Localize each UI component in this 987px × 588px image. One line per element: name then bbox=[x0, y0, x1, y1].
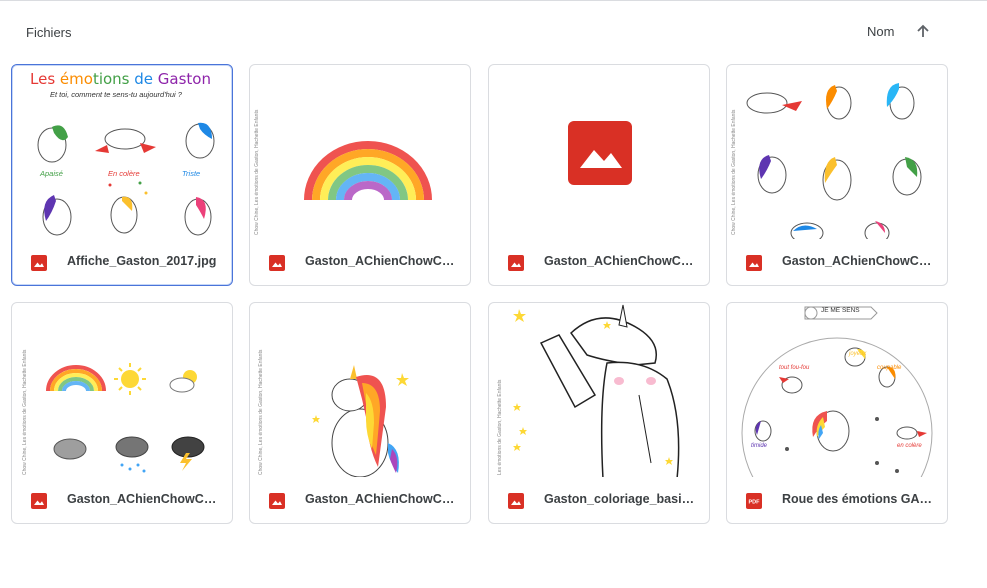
unicorn-illustrations bbox=[746, 83, 922, 239]
pdf-icon-label: PDF bbox=[749, 500, 761, 506]
file-footer: Gaston_AChienChowChi… bbox=[250, 477, 470, 523]
file-name: Gaston_AChienChowChi… bbox=[67, 492, 219, 506]
image-file-icon bbox=[31, 255, 47, 271]
file-name: Roue des émotions GAS… bbox=[782, 492, 934, 506]
file-card-5[interactable]: Chow Chine, Les émotions de Gaston, Hach… bbox=[11, 302, 233, 524]
file-thumbnail: Chow Chine, Les émotions de Gaston, Hach… bbox=[250, 65, 470, 239]
file-card-6[interactable]: Chow Chine, Les émotions de Gaston, Hach… bbox=[249, 302, 471, 524]
file-card-2[interactable]: Chow Chine, Les émotions de Gaston, Hach… bbox=[249, 64, 471, 286]
file-footer: PDF Roue des émotions GAS… bbox=[727, 477, 947, 523]
image-file-icon bbox=[269, 493, 285, 509]
unicorn-illustration bbox=[312, 365, 409, 477]
file-footer: Gaston_AChienChowChi… bbox=[489, 239, 709, 285]
wheel-label: coupable bbox=[877, 365, 902, 371]
file-footer: Gaston_AChienChowChi… bbox=[727, 239, 947, 285]
top-divider bbox=[0, 0, 987, 1]
wheel-label: joyeux bbox=[849, 351, 867, 357]
image-file-icon bbox=[508, 255, 524, 271]
wheel-label: en colère bbox=[897, 443, 922, 449]
file-thumbnail: Chow Chine, Les émotions de Gaston, Hach… bbox=[727, 65, 947, 239]
file-footer: Affiche_Gaston_2017.jpg bbox=[12, 239, 232, 285]
file-card-4[interactable]: Chow Chine, Les émotions de Gaston, Hach… bbox=[726, 64, 948, 286]
wheel-banner: JE ME SENS bbox=[821, 307, 860, 314]
file-footer: Gaston_coloriage_basiq… bbox=[489, 477, 709, 523]
file-thumbnail: JE ME SENS tout fou-fou joyeux coupable … bbox=[727, 303, 947, 477]
coloring-unicorn-illustration bbox=[513, 304, 680, 477]
file-name: Gaston_AChienChowChi… bbox=[305, 254, 457, 268]
file-thumbnail: Chow Chine, Les émotions de Gaston, Hach… bbox=[250, 303, 470, 477]
image-file-icon bbox=[269, 255, 285, 271]
file-name: Gaston_AChienChowChi… bbox=[544, 254, 696, 268]
file-name: Gaston_coloriage_basiq… bbox=[544, 492, 696, 506]
weather-illustrations bbox=[46, 363, 205, 473]
sort-by-name-button[interactable]: Nom bbox=[867, 24, 894, 39]
section-title: Fichiers bbox=[26, 25, 72, 40]
image-file-icon bbox=[746, 255, 762, 271]
file-thumbnail: Les émotions de Gaston Et toi, comment t… bbox=[12, 65, 232, 239]
image-placeholder-icon bbox=[568, 121, 632, 185]
arrow-up-icon[interactable] bbox=[910, 18, 936, 44]
file-thumbnail: Les émotions de Gaston, Hachette Enfants bbox=[489, 303, 709, 477]
pdf-file-icon: PDF bbox=[746, 493, 762, 509]
file-card-7[interactable]: Les émotions de Gaston, Hachette Enfants… bbox=[488, 302, 710, 524]
file-footer: Gaston_AChienChowChi… bbox=[250, 239, 470, 285]
file-name: Gaston_AChienChowChi… bbox=[305, 492, 457, 506]
rainbow-illustration bbox=[304, 141, 432, 201]
poster-label: En colère bbox=[108, 169, 140, 178]
unicorn-illustrations bbox=[37, 122, 215, 236]
wheel-label: timide bbox=[751, 443, 768, 449]
file-card-3[interactable]: Gaston_AChienChowChi… bbox=[488, 64, 710, 286]
file-name: Affiche_Gaston_2017.jpg bbox=[67, 254, 217, 268]
file-card-8[interactable]: JE ME SENS tout fou-fou joyeux coupable … bbox=[726, 302, 948, 524]
file-thumbnail bbox=[489, 65, 709, 239]
poster-label: Triste bbox=[182, 169, 201, 178]
wheel-label: tout fou-fou bbox=[779, 365, 810, 371]
image-file-icon bbox=[31, 493, 47, 509]
poster-label: Apaisé bbox=[40, 169, 63, 178]
file-thumbnail: Chow Chine, Les émotions de Gaston, Hach… bbox=[12, 303, 232, 477]
emotion-wheel-illustration bbox=[741, 306, 933, 477]
image-file-icon bbox=[508, 493, 524, 509]
file-name: Gaston_AChienChowChi… bbox=[782, 254, 934, 268]
file-footer: Gaston_AChienChowChi… bbox=[12, 477, 232, 523]
file-card-1[interactable]: Les émotions de Gaston Et toi, comment t… bbox=[11, 64, 233, 286]
